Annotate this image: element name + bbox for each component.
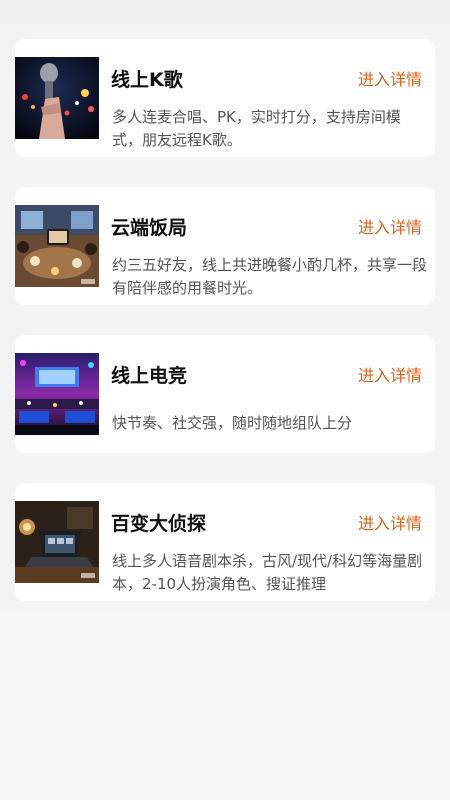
- card-esports[interactable]: 线上电竞 进入详情 快节奏、社交强，随时随地组队上分: [15, 335, 435, 453]
- view-details-link[interactable]: 进入详情: [358, 66, 422, 90]
- view-details-link[interactable]: 进入详情: [358, 510, 422, 534]
- card-title: 线上K歌: [111, 69, 183, 91]
- card-title: 云端饭局: [111, 217, 188, 239]
- view-details-link[interactable]: 进入详情: [358, 362, 422, 386]
- card-karaoke[interactable]: 线上K歌 进入详情 多人连麦合唱、PK，实时打分，支持房间模式，朋友远程K歌。: [15, 39, 435, 157]
- status-bar: [0, 0, 450, 24]
- card-title: 百变大侦探: [111, 513, 207, 535]
- card-title: 线上电竞: [111, 365, 188, 387]
- activity-list: 线上K歌 进入详情 多人连麦合唱、PK，实时打分，支持房间模式，朋友远程K歌。: [0, 24, 450, 613]
- online-dinner-image: [15, 205, 99, 287]
- card-description: 快节奏、社交强，随时随地组队上分: [112, 414, 353, 432]
- microphone-stage-image: [15, 57, 99, 139]
- card-cloud-dinner[interactable]: 云端饭局 进入详情 约三五好友，线上共进晚餐小酌几杯，共享一段有陪伴感的用餐时光…: [15, 187, 435, 305]
- view-details-link[interactable]: 进入详情: [358, 214, 422, 238]
- card-description: 多人连麦合唱、PK，实时打分，支持房间模式，朋友远程K歌。: [112, 108, 401, 149]
- card-description: 线上多人语音剧本杀，古风/现代/科幻等海量剧本，2-10人扮演角色、搜证推理: [112, 552, 423, 593]
- card-detective[interactable]: 百变大侦探 进入详情 线上多人语音剧本杀，古风/现代/科幻等海量剧本，2-10人…: [15, 483, 435, 601]
- esports-arena-image: [15, 353, 99, 435]
- detective-laptop-image: [15, 501, 99, 583]
- card-description: 约三五好友，线上共进晚餐小酌几杯，共享一段有陪伴感的用餐时光。: [112, 256, 428, 297]
